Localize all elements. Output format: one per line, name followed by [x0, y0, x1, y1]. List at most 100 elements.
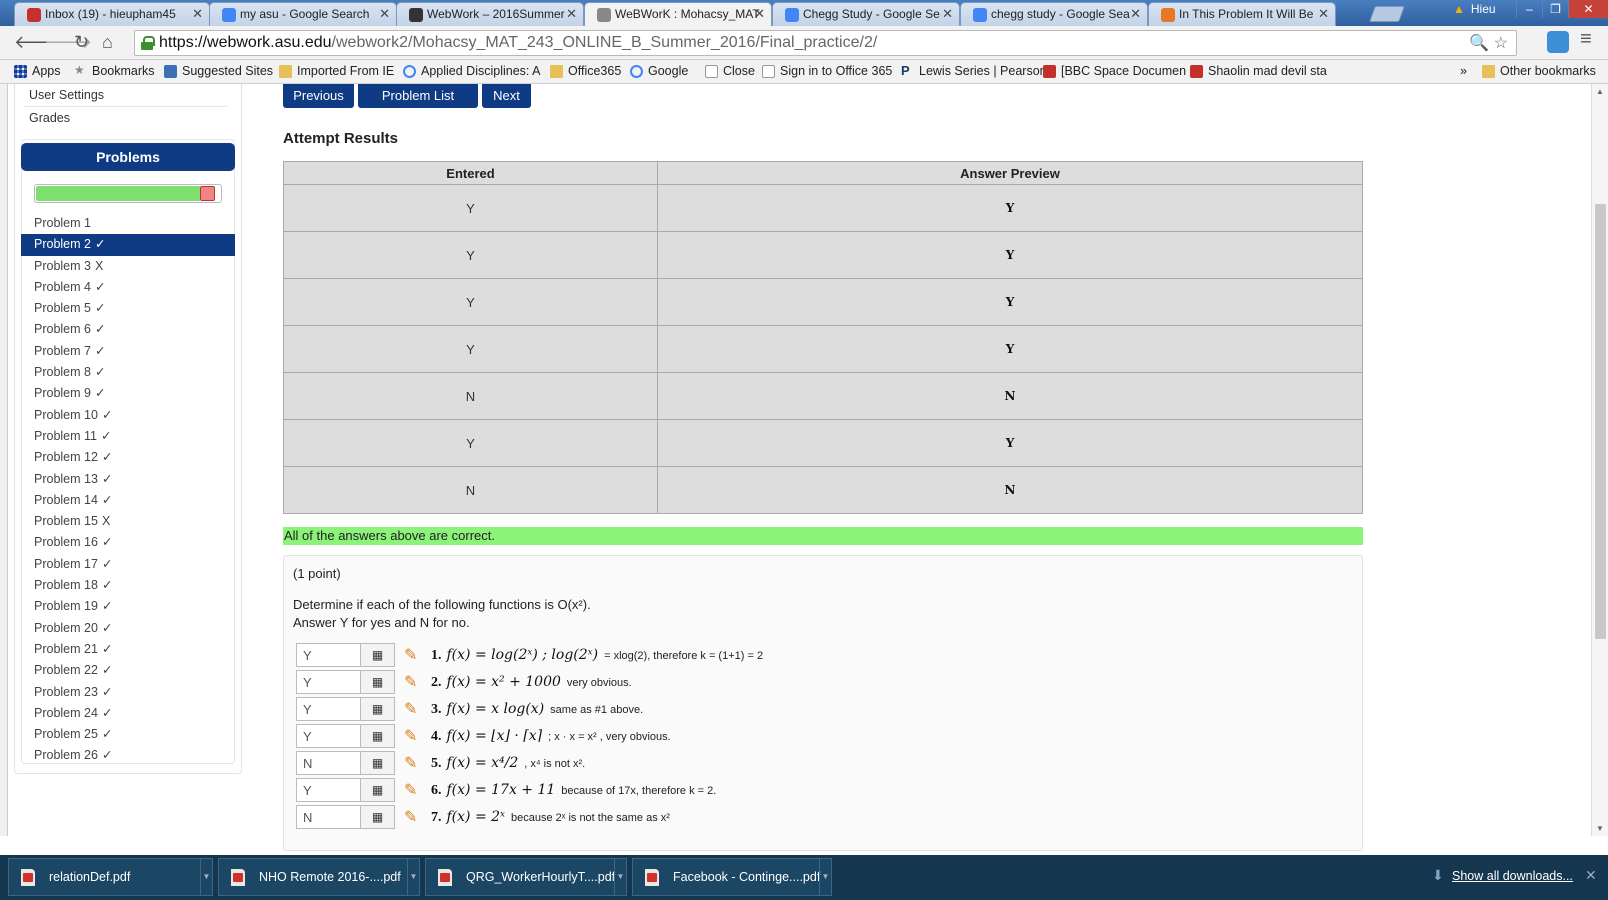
home-icon[interactable]: ⌂: [102, 32, 113, 53]
problem-link-4[interactable]: Problem 4 ✓: [21, 277, 235, 298]
close-shelf-icon[interactable]: ✕: [1585, 867, 1597, 884]
bookmark-3[interactable]: Suggested Sites: [164, 64, 273, 78]
answer-input[interactable]: Y: [296, 697, 361, 721]
problem-link-18[interactable]: Problem 18 ✓: [21, 575, 235, 596]
problem-list-button[interactable]: Problem List: [358, 84, 478, 108]
search-and-star-icons[interactable]: 🔍 ☆: [1469, 33, 1508, 53]
problem-link-13[interactable]: Problem 13 ✓: [21, 469, 235, 490]
equation-editor-icon[interactable]: ▦: [361, 697, 395, 721]
bookmark-4[interactable]: Imported From IE: [279, 64, 394, 78]
bookmark-6[interactable]: Office365: [550, 64, 621, 78]
problem-link-8[interactable]: Problem 8 ✓: [21, 362, 235, 383]
answer-input[interactable]: N: [296, 751, 361, 775]
download-item[interactable]: NHO Remote 2016-....pdf ▼: [218, 858, 420, 896]
problem-link-15[interactable]: Problem 15 X: [21, 511, 235, 532]
equation-editor-icon[interactable]: ▦: [361, 778, 395, 802]
close-tab-icon[interactable]: ✕: [566, 6, 577, 22]
bookmark-7[interactable]: Google: [630, 64, 688, 78]
problem-link-19[interactable]: Problem 19 ✓: [21, 596, 235, 617]
minimize-button[interactable]: –: [1516, 0, 1542, 18]
tab-1[interactable]: Inbox (19) - hieupham45 ✕: [14, 2, 210, 26]
show-all-downloads-link[interactable]: Show all downloads...: [1452, 869, 1573, 883]
problem-label: Problem 7: [34, 343, 91, 358]
close-tab-icon[interactable]: ✕: [754, 6, 765, 22]
equation-editor-icon[interactable]: ▦: [361, 751, 395, 775]
problem-link-2[interactable]: Problem 2 ✓: [21, 234, 235, 256]
download-menu-chevron-icon[interactable]: ▼: [614, 859, 626, 895]
problem-link-14[interactable]: Problem 14 ✓: [21, 490, 235, 511]
close-window-button[interactable]: ✕: [1568, 0, 1608, 18]
problem-link-22[interactable]: Problem 22 ✓: [21, 660, 235, 681]
scroll-down-icon[interactable]: ▼: [1596, 824, 1604, 833]
answer-input[interactable]: Y: [296, 643, 361, 667]
problem-link-10[interactable]: Problem 10 ✓: [21, 405, 235, 426]
previous-button[interactable]: Previous: [283, 84, 354, 108]
problem-link-24[interactable]: Problem 24 ✓: [21, 703, 235, 724]
restore-button[interactable]: ❐: [1542, 0, 1568, 18]
bookmark-12[interactable]: Shaolin mad devil sta: [1190, 64, 1327, 78]
problem-link-23[interactable]: Problem 23 ✓: [21, 682, 235, 703]
download-menu-chevron-icon[interactable]: ▼: [200, 859, 212, 895]
scroll-up-icon[interactable]: ▲: [1596, 87, 1604, 96]
tab-5[interactable]: Chegg Study - Google Se ✕: [772, 2, 960, 26]
download-menu-chevron-icon[interactable]: ▼: [407, 859, 419, 895]
download-item[interactable]: QRG_WorkerHourlyT....pdf ▼: [425, 858, 627, 896]
bookmark-9[interactable]: Sign in to Office 365: [762, 64, 892, 78]
problem-link-11[interactable]: Problem 11 ✓: [21, 426, 235, 447]
download-menu-chevron-icon[interactable]: ▼: [819, 859, 831, 895]
problem-link-17[interactable]: Problem 17 ✓: [21, 554, 235, 575]
tab-7[interactable]: In This Problem It Will Be ✕: [1148, 2, 1336, 26]
bookmark-1[interactable]: Apps: [14, 64, 61, 78]
cloud-extension-icon[interactable]: [1547, 31, 1569, 53]
answer-input[interactable]: Y: [296, 670, 361, 694]
page-scrollbar[interactable]: ▲ ▼: [1591, 84, 1608, 836]
problem-link-3[interactable]: Problem 3X: [21, 256, 235, 277]
equation-editor-icon[interactable]: ▦: [361, 643, 395, 667]
answer-input[interactable]: Y: [296, 724, 361, 748]
answer-input[interactable]: Y: [296, 778, 361, 802]
equation-editor-icon[interactable]: ▦: [361, 724, 395, 748]
problem-link-21[interactable]: Problem 21 ✓: [21, 639, 235, 660]
download-item[interactable]: relationDef.pdf ▼: [8, 858, 213, 896]
address-bar[interactable]: https://webwork.asu.edu/webwork2/Mohacsy…: [134, 30, 1517, 56]
tab-6[interactable]: chegg study - Google Sea ✕: [960, 2, 1148, 26]
close-tab-icon[interactable]: ✕: [1318, 6, 1329, 22]
other-bookmarks[interactable]: Other bookmarks: [1482, 64, 1596, 78]
bookmark-2[interactable]: ★ Bookmarks: [74, 63, 155, 78]
close-tab-icon[interactable]: ✕: [379, 6, 390, 22]
tab-3[interactable]: WebWork – 2016Summer ✕: [396, 2, 584, 26]
answer-input[interactable]: N: [296, 805, 361, 829]
close-tab-icon[interactable]: ✕: [192, 6, 203, 22]
user-settings-link[interactable]: User Settings: [29, 88, 104, 102]
close-tab-icon[interactable]: ✕: [1130, 6, 1141, 22]
profile-button[interactable]: ▲ Hieu: [1453, 2, 1496, 16]
equation-editor-icon[interactable]: ▦: [361, 805, 395, 829]
more-bookmarks-chevron[interactable]: »: [1460, 64, 1467, 78]
problem-link-1[interactable]: Problem 1: [21, 213, 235, 234]
scroll-thumb[interactable]: [1595, 204, 1606, 639]
reload-icon[interactable]: ↻: [74, 32, 89, 53]
grades-link[interactable]: Grades: [29, 111, 70, 125]
problem-link-9[interactable]: Problem 9 ✓: [21, 383, 235, 404]
problem-link-6[interactable]: Problem 6 ✓: [21, 319, 235, 340]
menu-icon[interactable]: ≡: [1580, 28, 1602, 50]
problem-link-7[interactable]: Problem 7 ✓: [21, 341, 235, 362]
equation-editor-icon[interactable]: ▦: [361, 670, 395, 694]
problem-link-16[interactable]: Problem 16 ✓: [21, 532, 235, 553]
bookmark-10[interactable]: P Lewis Series | Pearson: [901, 63, 1047, 78]
problem-link-12[interactable]: Problem 12 ✓: [21, 447, 235, 468]
asu-icon: [403, 65, 416, 78]
download-item[interactable]: Facebook - Continge....pdf ▼: [632, 858, 832, 896]
problem-link-5[interactable]: Problem 5 ✓: [21, 298, 235, 319]
close-tab-icon[interactable]: ✕: [942, 6, 953, 22]
new-tab-button[interactable]: [1369, 6, 1405, 22]
tab-2[interactable]: my asu - Google Search ✕: [209, 2, 397, 26]
bookmark-8[interactable]: Close: [705, 64, 755, 78]
problem-link-20[interactable]: Problem 20 ✓: [21, 618, 235, 639]
problem-link-25[interactable]: Problem 25 ✓: [21, 724, 235, 745]
bookmark-11[interactable]: [BBC Space Documen: [1043, 64, 1186, 78]
problem-link-26[interactable]: Problem 26 ✓: [21, 745, 235, 766]
tab-4[interactable]: WeBWorK : Mohacsy_MAT ✕: [584, 2, 772, 26]
next-button[interactable]: Next: [482, 84, 531, 108]
bookmark-5[interactable]: Applied Disciplines: A: [403, 64, 541, 78]
